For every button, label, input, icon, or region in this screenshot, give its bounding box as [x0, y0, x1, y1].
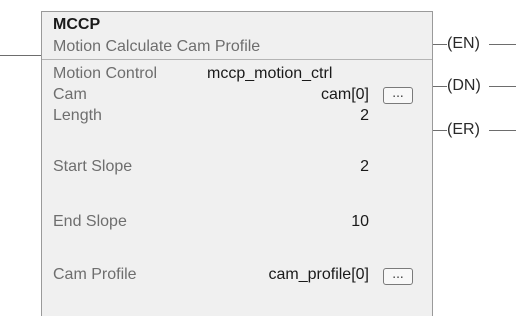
instruction-description: Motion Calculate Cam Profile — [53, 38, 261, 55]
operand-value-cam[interactable]: cam[0] — [321, 85, 369, 105]
header-divider — [42, 59, 432, 60]
dn-lead-line — [433, 86, 447, 87]
dn-coil-close: ) — [475, 77, 481, 94]
dn-tail-line — [489, 86, 516, 87]
er-lead-line — [433, 130, 447, 131]
en-output-coil[interactable]: (EN) — [447, 34, 480, 54]
operand-label-motion-control: Motion Control — [53, 65, 158, 82]
en-coil-close: ) — [474, 35, 480, 52]
mccp-instruction-block[interactable]: MCCP Motion Calculate Cam Profile Motion… — [41, 11, 433, 316]
operand-value-start-slope[interactable]: 2 — [360, 157, 369, 177]
er-output-label: ER — [452, 121, 475, 138]
operand-label-start-slope: Start Slope — [53, 158, 133, 175]
instruction-mnemonic: MCCP — [53, 16, 101, 33]
cam-profile-browse-button[interactable]: ... — [383, 268, 413, 285]
en-output-label: EN — [452, 35, 475, 52]
ladder-rung: MCCP Motion Calculate Cam Profile Motion… — [0, 0, 516, 316]
er-output-coil[interactable]: (ER) — [447, 120, 480, 140]
er-tail-line — [489, 130, 516, 131]
operand-value-end-slope[interactable]: 10 — [351, 212, 369, 232]
dn-output-label: DN — [452, 77, 476, 94]
operand-value-cam-profile[interactable]: cam_profile[0] — [269, 265, 370, 285]
er-coil-close: ) — [474, 121, 480, 138]
operand-label-cam-profile: Cam Profile — [53, 266, 137, 283]
rung-input-line — [0, 55, 41, 56]
operand-label-cam: Cam — [53, 86, 87, 103]
en-lead-line — [433, 44, 447, 45]
operand-label-length: Length — [53, 107, 102, 124]
en-tail-line — [489, 44, 516, 45]
operand-value-length[interactable]: 2 — [360, 106, 369, 126]
dn-output-coil[interactable]: (DN) — [447, 76, 481, 96]
operand-label-end-slope: End Slope — [53, 213, 127, 230]
operand-value-motion-control[interactable]: mccp_motion_ctrl — [207, 64, 332, 84]
cam-browse-button[interactable]: ... — [383, 87, 413, 104]
